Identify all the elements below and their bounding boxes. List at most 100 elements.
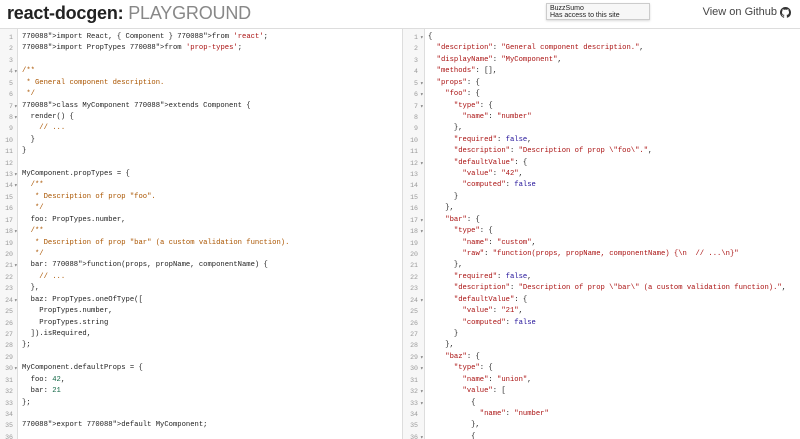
code-text: MyComponent.defaultProps = { <box>22 364 143 373</box>
fold-arrow-icon[interactable]: ▾ <box>420 78 424 89</box>
line-number: 31 <box>5 376 13 384</box>
docgen-output[interactable]: 1 ▾{2 "description": "General component d… <box>402 28 800 439</box>
github-link[interactable]: View on Github <box>703 6 791 18</box>
code-text: "defaultValue": { <box>453 295 528 304</box>
line-number: 25 <box>5 308 13 316</box>
fold-arrow-icon[interactable]: ▾ <box>420 158 424 169</box>
code-text: }, <box>428 204 454 213</box>
output-line: 17 ▾ "bar": { <box>403 215 800 226</box>
fold-arrow-icon[interactable]: ▾ <box>14 169 18 180</box>
code-text: "name": "union", <box>462 375 532 384</box>
line-number: 22 <box>410 273 418 281</box>
line-number: 6 <box>414 91 418 99</box>
line-number: 27 <box>410 330 418 338</box>
output-line: 19 "name": "custom", <box>403 238 800 249</box>
code-text: /** <box>22 181 44 190</box>
output-code[interactable]: 1 ▾{2 "description": "General component d… <box>403 32 800 439</box>
line-number: 21 <box>5 262 13 270</box>
code-text: } <box>428 329 459 338</box>
line-number: 25 <box>410 308 418 316</box>
code-text: 770088">import PropTypes 770088">from 'p… <box>22 44 243 53</box>
code-text: "type": { <box>453 227 493 236</box>
tooltip-title: BuzzSumo <box>550 4 584 12</box>
output-line: 9 }, <box>403 123 800 134</box>
line-number: 2 <box>9 45 13 53</box>
line-number: 20 <box>410 251 418 259</box>
output-line: 27 } <box>403 329 800 340</box>
editor-code[interactable]: 1 770088">import React, { Component } 770… <box>0 32 402 439</box>
output-line: 36 ▾ { <box>403 432 800 439</box>
editor-line: 2 770088">import PropTypes 770088">from '… <box>0 43 402 54</box>
code-text: { <box>428 432 476 439</box>
line-number: 35 <box>5 422 13 430</box>
line-number: 14 <box>410 182 418 190</box>
fold-arrow-icon[interactable]: ▾ <box>14 363 18 374</box>
line-number: 19 <box>5 239 13 247</box>
code-text: bar: 770088">function(props, propName, c… <box>22 261 268 270</box>
fold-arrow-icon[interactable]: ▾ <box>420 432 424 439</box>
tooltip-subtitle: Has access to this site <box>550 12 620 19</box>
output-line: 22 "required": false, <box>403 272 800 283</box>
output-line: 16 }, <box>403 203 800 214</box>
fold-arrow-icon[interactable]: ▾ <box>420 352 424 363</box>
code-text: 770088">export 770088">default MyCompone… <box>22 421 208 430</box>
github-link-label: View on Github <box>702 6 777 18</box>
code-text: }, <box>428 341 454 350</box>
editor-line: 28}; <box>0 340 402 351</box>
line-number: 9 <box>9 125 13 133</box>
fold-arrow-icon[interactable]: ▾ <box>14 226 18 237</box>
code-text: ]).isRequired, <box>22 329 92 338</box>
fold-arrow-icon[interactable]: ▾ <box>420 32 424 43</box>
code-text: "displayName": "MyComponent", <box>436 55 562 64</box>
output-line: 13 "value": "42", <box>403 169 800 180</box>
code-text: 770088">class MyComponent 770088">extend… <box>22 101 251 110</box>
fold-arrow-icon[interactable]: ▾ <box>14 101 18 112</box>
fold-arrow-icon[interactable]: ▾ <box>14 66 18 77</box>
code-text: foo: 42, <box>22 375 66 384</box>
editor-line: 25 PropTypes.number, <box>0 306 402 317</box>
code-text: baz: PropTypes.oneOfType([ <box>22 295 143 304</box>
editor-line: 18 ▾ /** <box>0 226 402 237</box>
editor-line: 21 ▾ bar: 770088">function(props, propNam… <box>0 260 402 271</box>
code-text: "description": "General component descri… <box>436 44 644 53</box>
fold-arrow-icon[interactable]: ▾ <box>420 215 424 226</box>
output-line: 28 }, <box>403 340 800 351</box>
code-text: PropTypes.string <box>22 318 109 327</box>
code-text: "description": "Description of prop \"ba… <box>453 284 787 293</box>
line-number: 7 <box>9 102 13 110</box>
output-line: 12 ▾ "defaultValue": { <box>403 158 800 169</box>
line-number: 5 <box>9 79 13 87</box>
fold-arrow-icon[interactable]: ▾ <box>14 260 18 271</box>
code-text: "required": false, <box>453 135 532 144</box>
line-number: 23 <box>5 285 13 293</box>
extension-tooltip: BuzzSumo Has access to this site <box>546 3 650 20</box>
line-number: 28 <box>5 342 13 350</box>
output-line: 35 }, <box>403 420 800 431</box>
fold-arrow-icon[interactable]: ▾ <box>14 180 18 191</box>
fold-arrow-icon[interactable]: ▾ <box>420 101 424 112</box>
line-number: 24 <box>5 296 13 304</box>
line-number: 10 <box>410 136 418 144</box>
code-text: "methods": [], <box>436 67 498 76</box>
line-number: 22 <box>5 273 13 281</box>
fold-arrow-icon[interactable]: ▾ <box>420 89 424 100</box>
fold-arrow-icon[interactable]: ▾ <box>420 398 424 409</box>
fold-arrow-icon[interactable]: ▾ <box>14 295 18 306</box>
line-number: 2 <box>414 45 418 53</box>
line-number: 20 <box>5 251 13 259</box>
output-line: 21 }, <box>403 260 800 271</box>
fold-arrow-icon[interactable]: ▾ <box>420 386 424 397</box>
fold-arrow-icon[interactable]: ▾ <box>14 112 18 123</box>
code-text: "props": { <box>436 78 480 87</box>
line-number: 4 <box>9 68 13 76</box>
fold-arrow-icon[interactable]: ▾ <box>420 363 424 374</box>
line-number: 3 <box>414 56 418 64</box>
code-text: "name": "number" <box>462 112 532 121</box>
code-text: 770088">import React, { Component } 7700… <box>22 33 268 41</box>
source-editor[interactable]: 1 770088">import React, { Component } 770… <box>0 28 402 439</box>
fold-arrow-icon[interactable]: ▾ <box>420 226 424 237</box>
code-text: { <box>428 398 476 407</box>
code-text: "value": "21", <box>462 307 523 316</box>
fold-arrow-icon[interactable]: ▾ <box>420 295 424 306</box>
editor-line: 11} <box>0 146 402 157</box>
